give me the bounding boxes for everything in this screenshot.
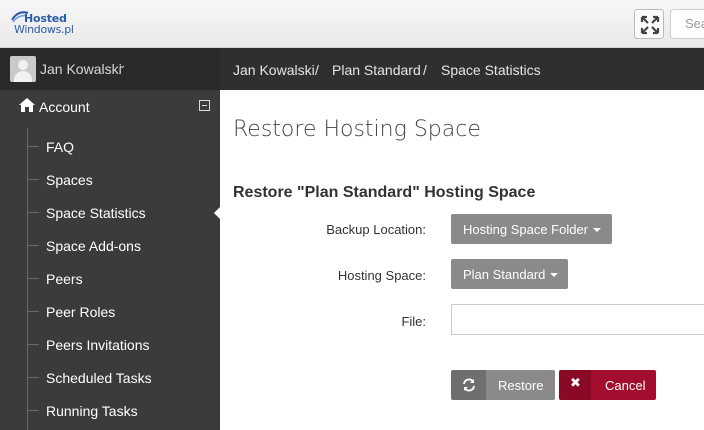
sidebar-item-peers-invitations[interactable]: Peers Invitations — [27, 328, 220, 361]
sidebar-item-space-add-ons[interactable]: Space Add-ons — [27, 229, 220, 262]
restore-button[interactable]: Restore — [451, 370, 555, 400]
backup-location-value: Hosting Space Folder — [463, 222, 589, 237]
sidebar-section-label: Account — [39, 99, 90, 115]
breadcrumb-item-current: Space Statistics — [441, 62, 541, 78]
sidebar: Jan Kowalski ⌄ Account FAQ Spaces Space … — [0, 48, 220, 430]
sidebar-item-label: Peers — [46, 271, 83, 287]
chevron-down-icon[interactable]: ⌄ — [118, 60, 126, 71]
caret-down-icon — [593, 228, 602, 232]
search-input[interactable]: Sea — [670, 9, 704, 39]
file-label: File: — [401, 314, 426, 329]
sidebar-item-label: Scheduled Tasks — [46, 370, 152, 386]
sidebar-item-peers[interactable]: Peers — [27, 262, 220, 295]
sidebar-item-peer-roles[interactable]: Peer Roles — [27, 295, 220, 328]
cancel-button[interactable]: ✖ Cancel — [559, 370, 656, 400]
sidebar-item-spaces[interactable]: Spaces — [27, 163, 220, 196]
active-item-pointer — [214, 207, 220, 219]
sidebar-item-label: Running Tasks — [46, 403, 138, 419]
user-menu[interactable]: Jan Kowalski ⌄ — [0, 48, 220, 90]
breadcrumb-separator: / — [423, 62, 427, 78]
refresh-icon — [451, 370, 486, 400]
sidebar-item-faq[interactable]: FAQ — [27, 130, 220, 163]
backup-location-dropdown[interactable]: Hosting Space Folder — [451, 214, 612, 244]
home-icon — [19, 98, 35, 112]
file-input[interactable] — [451, 304, 704, 335]
breadcrumb-item-plan[interactable]: Plan Standard — [332, 62, 421, 78]
logo-text-windows: Windows.pl — [14, 23, 74, 36]
avatar — [10, 56, 36, 82]
hosting-space-value: Plan Standard — [463, 267, 546, 282]
sidebar-item-space-statistics[interactable]: Space Statistics — [27, 196, 220, 229]
hostedwindows-logo[interactable]: Hosted Windows.pl — [10, 10, 80, 38]
sidebar-item-scheduled-tasks[interactable]: Scheduled Tasks — [27, 361, 220, 394]
form-title: Restore "Plan Standard" Hosting Space — [233, 184, 536, 201]
sidebar-item-label: Peers Invitations — [46, 337, 150, 353]
expand-arrows-icon — [640, 15, 660, 35]
backup-location-label: Backup Location: — [326, 222, 426, 237]
caret-down-icon — [550, 273, 559, 277]
sidebar-item-label: Spaces — [46, 172, 93, 188]
restore-button-label: Restore — [486, 370, 555, 400]
breadcrumb-item-user[interactable]: Jan Kowalski — [233, 62, 315, 78]
sidebar-section-account[interactable]: Account — [0, 90, 220, 122]
cancel-button-label: Cancel — [591, 370, 656, 400]
breadcrumb-separator: / — [315, 62, 319, 78]
collapse-icon[interactable] — [199, 100, 210, 111]
user-name[interactable]: Jan Kowalski — [40, 61, 122, 77]
hosting-space-label: Hosting Space: — [337, 268, 426, 283]
close-icon: ✖ — [559, 370, 591, 400]
fullscreen-button[interactable] — [634, 9, 664, 39]
sidebar-item-label: Space Statistics — [46, 205, 146, 221]
sidebar-item-label: FAQ — [46, 139, 75, 155]
page-title: Restore Hosting Space — [233, 117, 481, 142]
sidebar-item-running-tasks[interactable]: Running Tasks — [27, 394, 220, 427]
breadcrumb: Jan Kowalski / Plan Standard / Space Sta… — [220, 48, 704, 90]
sidebar-item-label: Peer Roles — [46, 304, 116, 320]
sidebar-item-label: Space Add-ons — [46, 238, 141, 254]
hosting-space-dropdown[interactable]: Plan Standard — [451, 259, 568, 289]
top-bar: Hosted Windows.pl Sea — [0, 0, 704, 48]
